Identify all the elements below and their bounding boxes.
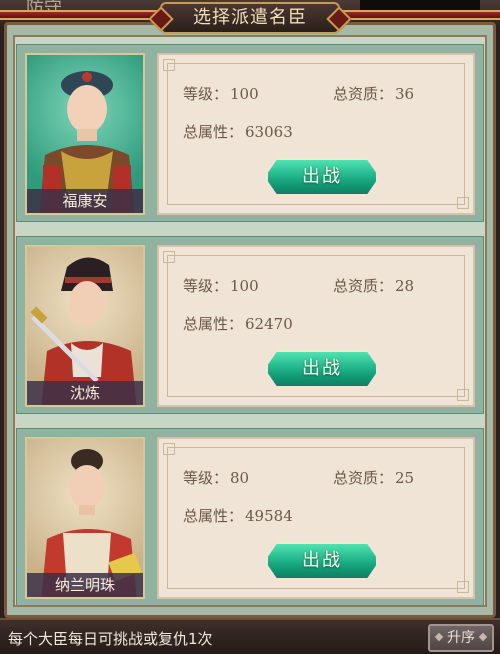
level-stat: 等级： 100 xyxy=(183,83,259,104)
attribute-stat: 总属性： 63063 xyxy=(183,121,293,142)
dispatch-button[interactable]: 出战 xyxy=(265,541,379,581)
attribute-stat: 总属性： 49584 xyxy=(183,505,293,526)
level-label: 等级： xyxy=(183,85,229,103)
attribute-label: 总属性： xyxy=(183,507,244,525)
level-stat: 等级： 80 xyxy=(183,467,249,488)
title-wing-left xyxy=(0,10,170,20)
level-label: 等级： xyxy=(183,469,229,487)
attribute-value: 49584 xyxy=(245,507,293,525)
minister-portrait[interactable]: 福康安 xyxy=(25,53,145,215)
minister-card: 沈炼 等级： 100 总资质： 28 总属性： 62470 出战 xyxy=(16,236,484,414)
aptitude-label: 总资质： xyxy=(333,469,394,487)
daily-limit-note: 每个大臣每日可挑战或复仇1次 xyxy=(8,630,213,648)
title-bar: 选择派遣名臣 xyxy=(0,2,500,34)
aptitude-stat: 总资质： 36 xyxy=(333,83,414,104)
aptitude-value: 36 xyxy=(395,85,415,103)
level-stat: 等级： 100 xyxy=(183,275,259,296)
aptitude-label: 总资质： xyxy=(333,277,394,295)
minister-portrait[interactable]: 沈炼 xyxy=(25,245,145,407)
level-value: 80 xyxy=(230,469,250,487)
level-label: 等级： xyxy=(183,277,229,295)
sort-label: 升序 xyxy=(447,630,475,646)
aptitude-label: 总资质： xyxy=(333,85,394,103)
attribute-value: 63063 xyxy=(245,123,293,141)
level-value: 100 xyxy=(230,277,259,295)
dispatch-button[interactable]: 出战 xyxy=(265,157,379,197)
attribute-stat: 总属性： 62470 xyxy=(183,313,293,334)
footer-bar: 每个大臣每日可挑战或复仇1次 升序 xyxy=(0,618,500,654)
minister-portrait[interactable]: 纳兰明珠 xyxy=(25,437,145,599)
attribute-label: 总属性： xyxy=(183,315,244,333)
minister-name: 福康安 xyxy=(27,189,143,213)
minister-info: 等级： 80 总资质： 25 总属性： 49584 出战 xyxy=(157,437,475,599)
aptitude-value: 28 xyxy=(395,277,415,295)
minister-info: 等级： 100 总资质： 28 总属性： 62470 出战 xyxy=(157,245,475,407)
page-title: 选择派遣名臣 xyxy=(160,2,340,34)
attribute-label: 总属性： xyxy=(183,123,244,141)
minister-card: 福康安 等级： 100 总资质： 36 总属性： 63063 出战 xyxy=(16,44,484,222)
level-value: 100 xyxy=(230,85,259,103)
aptitude-stat: 总资质： 28 xyxy=(333,275,414,296)
dispatch-button[interactable]: 出战 xyxy=(265,349,379,389)
diamond-icon xyxy=(434,632,444,642)
title-wing-right xyxy=(330,10,500,20)
aptitude-value: 25 xyxy=(395,469,415,487)
minister-info: 等级： 100 总资质： 36 总属性： 63063 出战 xyxy=(157,53,475,215)
aptitude-stat: 总资质： 25 xyxy=(333,467,414,488)
minister-name: 纳兰明珠 xyxy=(27,573,143,597)
minister-card: 纳兰明珠 等级： 80 总资质： 25 总属性： 49584 出战 xyxy=(16,428,484,606)
minister-name: 沈炼 xyxy=(27,381,143,405)
attribute-value: 62470 xyxy=(245,315,293,333)
sort-ascending-button[interactable]: 升序 xyxy=(428,624,494,652)
diamond-icon xyxy=(478,632,488,642)
